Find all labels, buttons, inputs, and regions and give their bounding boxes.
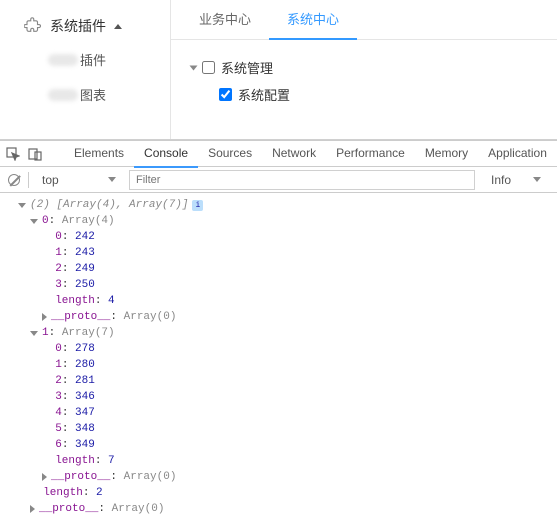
sidebar: 系统插件 插件 图表 — [0, 0, 170, 139]
blurred-icon — [48, 89, 78, 101]
console-filter-row: top Info — [0, 167, 557, 193]
context-select[interactable]: top — [35, 170, 123, 190]
triangle-down-icon — [18, 203, 26, 208]
array-item: 5: 348 — [6, 421, 551, 437]
array-item: 6: 349 — [6, 437, 551, 453]
clear-console-icon[interactable] — [6, 172, 22, 188]
array-header[interactable]: 0: Array(4) — [6, 213, 551, 229]
sidebar-header-label: 系统插件 — [50, 16, 106, 36]
array-item: 4: 347 — [6, 405, 551, 421]
array-item: 2: 281 — [6, 373, 551, 389]
divider — [28, 172, 29, 188]
dt-tab-performance[interactable]: Performance — [326, 140, 415, 168]
outer-proto-line[interactable]: __proto__: Array(0) — [6, 501, 551, 517]
info-badge-icon[interactable]: i — [192, 200, 203, 211]
triangle-right-icon — [42, 473, 47, 481]
dt-tab-application[interactable]: Application — [478, 140, 557, 168]
dt-tab-sources[interactable]: Sources — [198, 140, 262, 168]
dt-tab-elements[interactable]: Elements — [64, 140, 134, 168]
sidebar-item-plugin[interactable]: 插件 — [0, 42, 170, 77]
tab-system[interactable]: 系统中心 — [269, 0, 357, 40]
array-item: 3: 346 — [6, 389, 551, 405]
tab-business[interactable]: 业务中心 — [181, 0, 269, 40]
sidebar-item-label: 插件 — [80, 50, 106, 69]
chevron-up-icon — [114, 24, 122, 29]
level-label: Info — [491, 173, 511, 187]
array-proto[interactable]: __proto__: Array(0) — [6, 469, 551, 485]
dt-tab-console[interactable]: Console — [134, 140, 198, 168]
triangle-down-icon — [190, 65, 198, 70]
triangle-down-icon — [30, 331, 38, 336]
chevron-down-icon — [108, 177, 116, 182]
array-header[interactable]: 1: Array(7) — [6, 325, 551, 341]
tree-checkbox-child[interactable] — [219, 88, 232, 101]
sidebar-header[interactable]: 系统插件 — [0, 10, 170, 42]
sidebar-item-label: 图表 — [80, 85, 106, 104]
array-item: 0: 278 — [6, 341, 551, 357]
console-output: (2) [Array(4), Array(7)] i 0: Array(4) 0… — [0, 193, 557, 527]
console-summary-line[interactable]: (2) [Array(4), Array(7)] i — [6, 197, 551, 213]
chevron-down-icon — [533, 177, 541, 182]
outer-length-line: length: 2 — [6, 485, 551, 501]
triangle-down-icon — [30, 219, 38, 224]
tree-label: 系统配置 — [238, 85, 290, 104]
array-item: 3: 250 — [6, 277, 551, 293]
tree-node-child[interactable]: 系统配置 — [219, 81, 537, 108]
devtools-panel: Elements Console Sources Network Perform… — [0, 140, 557, 527]
plugin-icon — [24, 17, 42, 35]
tree-view: 系统管理 系统配置 — [171, 40, 557, 122]
tree-checkbox-root[interactable] — [202, 61, 215, 74]
array-length: length: 4 — [6, 293, 551, 309]
summary-body: [Array(4), Array(7)] — [56, 197, 188, 213]
array-item: 1: 243 — [6, 245, 551, 261]
inspect-icon[interactable] — [6, 146, 20, 162]
main-area: 业务中心 系统中心 系统管理 系统配置 — [170, 0, 557, 139]
array-length: length: 7 — [6, 453, 551, 469]
summary-prefix: (2) — [30, 197, 56, 213]
sidebar-item-chart[interactable]: 图表 — [0, 77, 170, 112]
devtools-tabs: Elements Console Sources Network Perform… — [64, 140, 557, 168]
triangle-right-icon — [30, 505, 35, 513]
device-icon[interactable] — [28, 146, 42, 162]
array-item: 0: 242 — [6, 229, 551, 245]
tree-label: 系统管理 — [221, 58, 273, 77]
dt-tab-memory[interactable]: Memory — [415, 140, 478, 168]
level-select[interactable]: Info — [481, 171, 551, 189]
array-item: 2: 249 — [6, 261, 551, 277]
array-proto[interactable]: __proto__: Array(0) — [6, 309, 551, 325]
main-tabs: 业务中心 系统中心 — [171, 0, 557, 40]
blurred-icon — [48, 54, 78, 66]
array-item: 1: 280 — [6, 357, 551, 373]
filter-input[interactable] — [129, 170, 475, 190]
triangle-right-icon — [42, 313, 47, 321]
dt-tab-network[interactable]: Network — [262, 140, 326, 168]
context-label: top — [42, 173, 59, 187]
devtools-toolbar: Elements Console Sources Network Perform… — [0, 141, 557, 167]
tree-node-root[interactable]: 系统管理 — [191, 54, 537, 81]
